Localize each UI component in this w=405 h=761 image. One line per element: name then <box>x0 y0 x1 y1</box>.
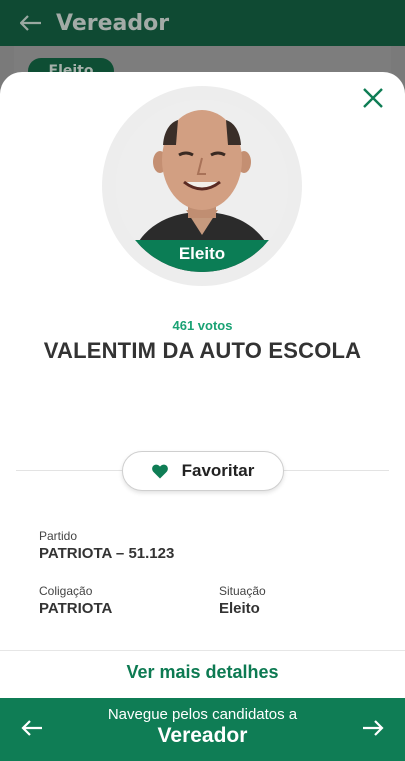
coligacao-label: Coligação <box>39 584 93 598</box>
candidate-name: VALENTIM DA AUTO ESCOLA <box>43 338 362 363</box>
heart-icon <box>151 464 168 478</box>
partido-label: Partido <box>39 529 78 543</box>
favorite-button[interactable]: Favoritar <box>122 451 284 491</box>
close-icon[interactable] <box>361 86 385 110</box>
candidate-navigation-footer: Navegue pelos candidatos a Vereador <box>0 698 405 761</box>
candidate-photo: Eleito <box>116 100 288 272</box>
coligacao-value: PATRIOTA <box>39 600 113 617</box>
app-header-title: Vereador <box>56 10 170 36</box>
vote-count: 461 votos <box>172 318 233 333</box>
situacao-value: Eleito <box>219 600 260 617</box>
candidate-modal: Eleito 461 votos VALENTIM DA AUTO ESCOLA… <box>0 72 405 761</box>
status-band: Eleito <box>116 240 288 272</box>
favorite-label: Favoritar <box>181 461 255 480</box>
footer-title: Vereador <box>157 724 248 747</box>
back-arrow-icon[interactable] <box>19 9 44 37</box>
footer-subtitle: Navegue pelos candidatos a <box>107 706 298 723</box>
app-header: Vereador <box>0 0 405 46</box>
more-details-link[interactable]: Ver mais detalhes <box>0 662 405 683</box>
partido-value: PATRIOTA – 51.123 <box>39 545 175 562</box>
next-candidate-arrow-icon[interactable] <box>361 716 385 740</box>
situacao-label: Situação <box>219 584 266 598</box>
details-divider <box>0 650 405 651</box>
